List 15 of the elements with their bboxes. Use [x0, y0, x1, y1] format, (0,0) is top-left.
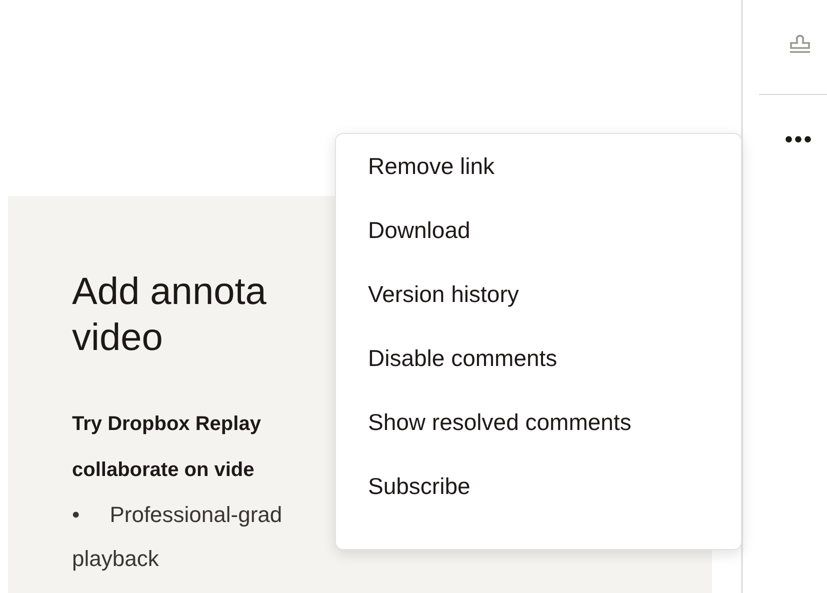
menu-item[interactable]: Show resolved comments	[368, 407, 632, 437]
menu-item[interactable]: Download	[368, 215, 470, 245]
bullet-text: Professional-grad	[110, 501, 282, 529]
stamp-icon[interactable]	[787, 32, 813, 56]
menu-item[interactable]: Remove link	[368, 151, 495, 181]
menu-item[interactable]: Disable comments	[368, 343, 558, 373]
bullet-text: playback	[72, 545, 159, 573]
menu-item[interactable]: Subscribe	[368, 471, 470, 501]
bullet-marker: •	[72, 501, 80, 529]
intro-text: Try Dropbox Replay	[72, 412, 261, 437]
more-button[interactable]: •••	[783, 131, 812, 151]
card-heading: video	[72, 316, 163, 361]
intro-text: collaborate on vide	[72, 458, 254, 483]
menu-item[interactable]: Version history	[368, 279, 519, 309]
card-heading: Add annota	[72, 270, 266, 315]
